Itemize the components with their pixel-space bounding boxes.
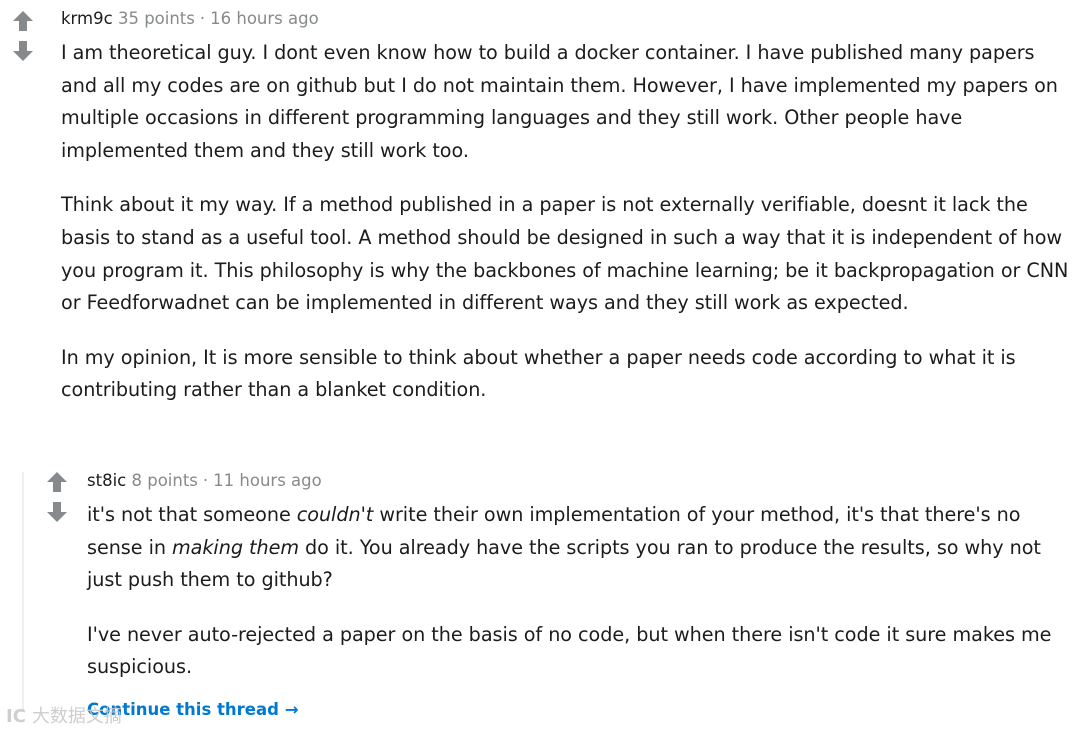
comment-body: I am theoretical guy. I dont even know h… xyxy=(61,37,1075,407)
meta-separator: · xyxy=(199,9,206,28)
comment-paragraph: it's not that someone couldn't write the… xyxy=(87,499,1077,597)
comment-points: 8 points xyxy=(131,471,198,490)
upvote-arrow-icon[interactable] xyxy=(12,10,34,32)
downvote-arrow-icon[interactable] xyxy=(12,40,34,62)
comment-paragraph: In my opinion, It is more sensible to th… xyxy=(61,345,1016,402)
reply-comment: st8ic 8 points · 11 hours ago it's not tha… xyxy=(87,470,1077,684)
arrow-right-icon: → xyxy=(284,700,299,719)
comment-thread: krm9c 35 points · 16 hours ago I am theore… xyxy=(0,0,1080,738)
comment-author[interactable]: krm9c xyxy=(61,9,113,28)
comment-time[interactable]: 11 hours ago xyxy=(213,471,322,490)
vote-column-reply xyxy=(45,471,69,523)
meta-separator: · xyxy=(202,471,209,490)
comment-meta: krm9c 35 points · 16 hours ago xyxy=(61,8,1075,30)
thread-line[interactable] xyxy=(22,472,24,712)
comment-paragraph: Think about it my way. If a method publi… xyxy=(61,193,1069,315)
vote-column-parent xyxy=(11,10,35,62)
comment-paragraph: I've never auto-rejected a paper on the … xyxy=(87,622,1052,679)
comment-paragraph: I am theoretical guy. I dont even know h… xyxy=(61,41,1058,162)
comment-meta: st8ic 8 points · 11 hours ago xyxy=(87,470,1077,492)
emphasis-text: couldn't xyxy=(296,503,374,526)
comment-time[interactable]: 16 hours ago xyxy=(210,9,319,28)
text-segment: it's not that someone xyxy=(87,503,297,526)
downvote-arrow-icon[interactable] xyxy=(46,501,68,523)
comment-author[interactable]: st8ic xyxy=(87,471,126,490)
watermark: IC 大数据文摘 xyxy=(6,702,122,728)
upvote-arrow-icon[interactable] xyxy=(46,471,68,493)
parent-comment: krm9c 35 points · 16 hours ago I am theore… xyxy=(61,8,1075,407)
comment-points: 35 points xyxy=(117,9,195,28)
comment-body: it's not that someone couldn't write the… xyxy=(87,499,1077,684)
watermark-logo: IC xyxy=(6,706,26,727)
watermark-text: 大数据文摘 xyxy=(31,706,122,727)
emphasis-text: making them xyxy=(172,535,299,559)
